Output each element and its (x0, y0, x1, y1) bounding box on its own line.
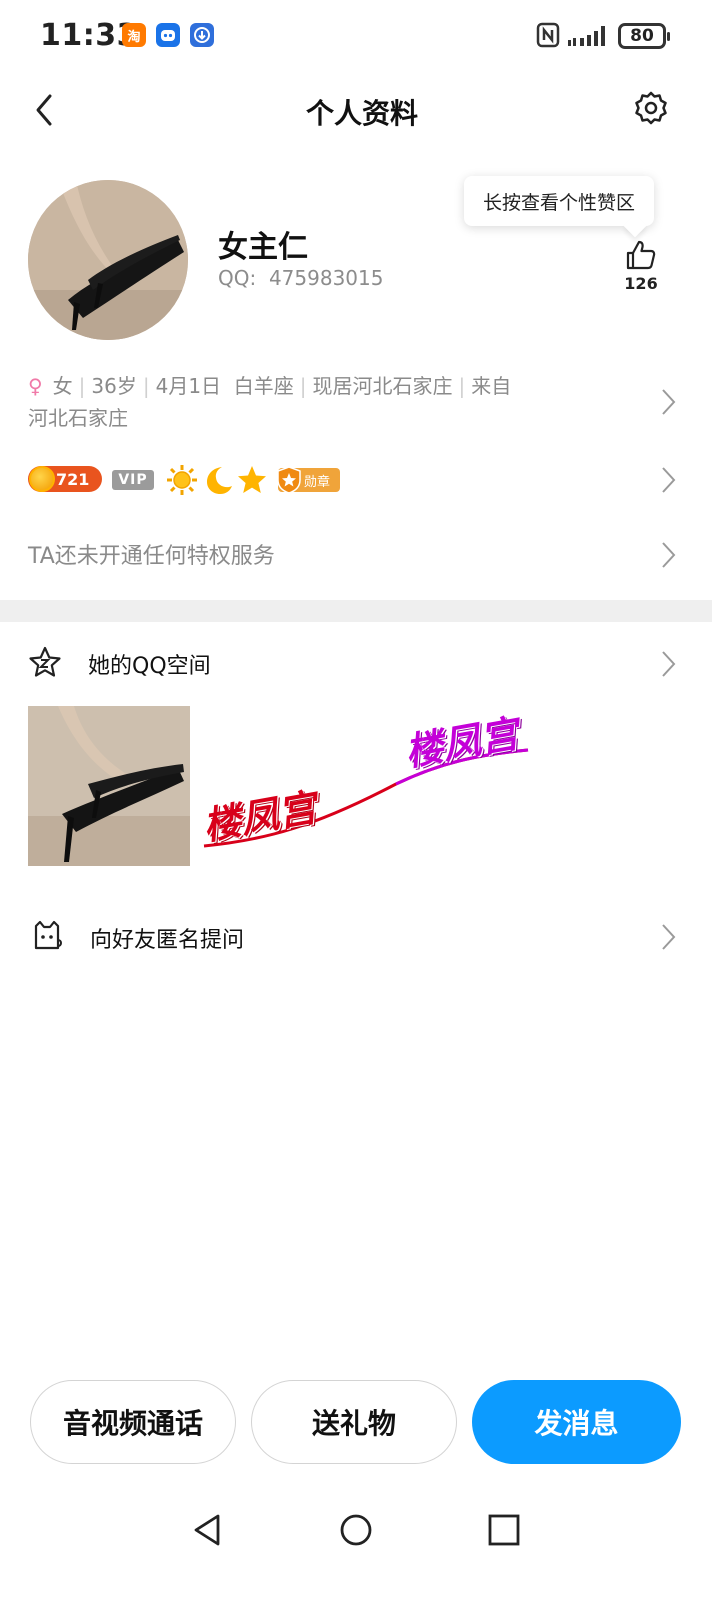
age-text: 36岁 (91, 374, 137, 398)
profile-info-row[interactable]: ♀ 女 | 36岁 | 4月1日 白羊座 | 现居河北石家庄 | 来自 河北石家庄 (28, 370, 628, 434)
moon-icon (207, 467, 232, 494)
nickname: 女主仁 (218, 230, 308, 265)
like-count: 126 (624, 274, 658, 293)
residence-text: 现居河北石家庄 (312, 374, 453, 398)
avatar[interactable] (28, 180, 188, 340)
qzone-row[interactable]: 她的QQ空间 (0, 640, 724, 690)
like-tooltip: 长按查看个性赞区 (464, 176, 654, 226)
video-call-button[interactable]: 音视频通话 (30, 1380, 236, 1464)
hometown-prefix: 来自 (471, 374, 512, 398)
vip-badge: VIP (112, 470, 154, 490)
qq-label: QQ: (218, 266, 257, 290)
hometown-text: 河北石家庄 (28, 406, 128, 430)
birthday-text: 4月1日 (155, 374, 222, 398)
qzone-label: 她的QQ空间 (88, 654, 211, 679)
settings-gear-icon[interactable] (632, 90, 670, 128)
level-coin-icon (29, 466, 55, 492)
nav-recents-square-icon[interactable] (486, 1512, 522, 1548)
like-button[interactable]: 126 (612, 238, 670, 298)
signal-icon (568, 26, 605, 46)
cat-face-icon (34, 920, 62, 950)
level-badge: 721 (28, 466, 102, 492)
page-title: 个人资料 (305, 97, 418, 130)
avatar-photo-image (28, 180, 188, 340)
nfc-icon (536, 22, 560, 48)
send-gift-button[interactable]: 送礼物 (251, 1380, 457, 1464)
anonymous-ask-label: 向好友匿名提问 (90, 928, 245, 953)
nav-home-circle-icon[interactable] (338, 1512, 374, 1548)
medal-badge: 勋章 (277, 466, 340, 494)
send-message-button[interactable]: 发消息 (472, 1380, 681, 1464)
taobao-app-icon: 淘 (122, 23, 146, 47)
privilege-row[interactable]: TA还未开通任何特权服务 (28, 538, 275, 570)
status-bar: 11:33 淘 80 (0, 0, 724, 72)
qzone-photo-image (28, 706, 190, 866)
section-divider (0, 600, 712, 622)
anonymous-ask-row[interactable]: 向好友匿名提问 (0, 912, 724, 962)
qzone-chevron-right-icon (662, 651, 676, 677)
badges-chevron-right-icon (662, 467, 676, 493)
medal-label: 勋章 (304, 474, 331, 490)
info-chevron-right-icon (662, 389, 676, 415)
battery-icon: 80 (618, 23, 670, 49)
ask-chevron-right-icon (662, 924, 676, 950)
top-bar: 个人资料 (0, 72, 724, 148)
qzone-photo-thumbnail[interactable] (28, 706, 190, 866)
badges-row[interactable]: 721 VIP 勋章 (28, 462, 668, 498)
nav-back-triangle-icon[interactable] (190, 1512, 226, 1548)
download-app-icon (190, 23, 214, 47)
watermark: 楼凤宫 楼凤宫 (196, 700, 536, 860)
qzone-star-icon (29, 646, 61, 677)
medal-shield-icon (277, 466, 301, 494)
thumbs-up-icon (626, 240, 656, 270)
privilege-chevron-right-icon (662, 542, 676, 568)
robot-app-icon (156, 23, 180, 47)
gender-text: 女 (52, 374, 73, 398)
sun-icon (167, 465, 197, 495)
female-gender-icon: ♀ (28, 374, 43, 398)
level-value: 721 (56, 469, 90, 489)
zodiac-text: 白羊座 (233, 374, 294, 398)
qq-number-value: 475983015 (268, 266, 384, 290)
qq-number: QQ: 475983015 (218, 266, 383, 290)
star-icon (238, 466, 266, 493)
